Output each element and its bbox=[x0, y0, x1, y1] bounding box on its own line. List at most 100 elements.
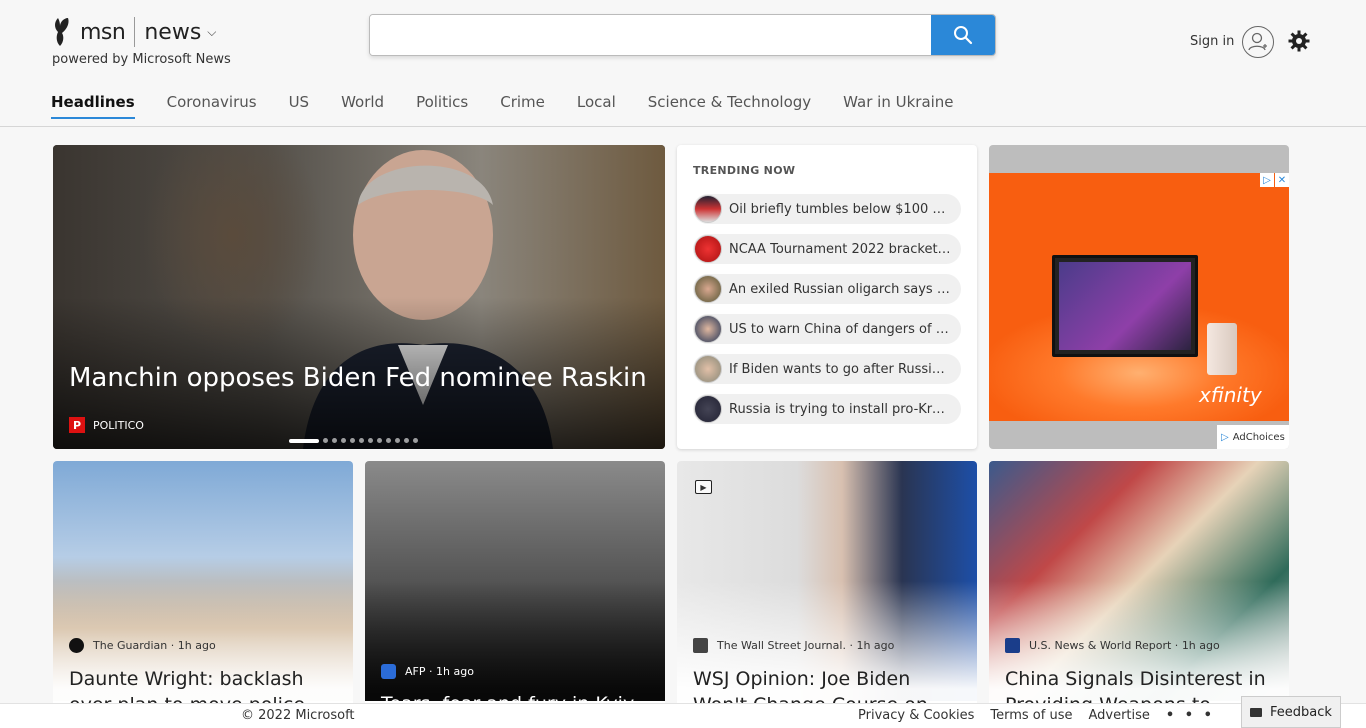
hero-story[interactable]: Manchin opposes Biden Fed nominee Raskin… bbox=[53, 145, 665, 449]
trending-item[interactable]: If Biden wants to go after Russian oliga… bbox=[693, 354, 961, 384]
privacy-link[interactable]: Privacy & Cookies bbox=[858, 708, 974, 723]
search-input[interactable] bbox=[370, 15, 931, 55]
advertisement[interactable]: xfinity ▷ ✕ ▷ AdChoices bbox=[989, 145, 1289, 449]
card-source: The Guardian · 1h ago bbox=[69, 638, 216, 653]
carousel-dot[interactable] bbox=[377, 438, 382, 443]
adchoices-label: AdChoices bbox=[1232, 431, 1285, 443]
feedback-button[interactable]: Feedback bbox=[1241, 696, 1341, 728]
news-card[interactable]: ▶ The Wall Street Journal. · 1h ago WSJ … bbox=[677, 461, 977, 728]
card-time: 1h ago bbox=[856, 639, 895, 652]
ad-info-icon[interactable]: ▷ bbox=[1260, 173, 1274, 187]
card-time: 1h ago bbox=[177, 639, 216, 652]
tab-politics[interactable]: Politics bbox=[416, 93, 468, 119]
copyright: © 2022 Microsoft bbox=[241, 708, 355, 723]
carousel-dot[interactable] bbox=[332, 438, 337, 443]
card-source-name: U.S. News & World Report bbox=[1029, 639, 1172, 652]
afp-logo-icon bbox=[381, 664, 396, 679]
header: msn news ⌵ powered by Microsoft News Sig… bbox=[0, 0, 1366, 127]
tab-coronavirus[interactable]: Coronavirus bbox=[167, 93, 257, 119]
card-source: U.S. News & World Report · 1h ago bbox=[1005, 638, 1220, 653]
trending-item[interactable]: US to warn China of dangers of Russia bbox=[693, 314, 961, 344]
trending-list: Oil briefly tumbles below $100 a barrel … bbox=[693, 194, 961, 434]
avatar[interactable] bbox=[1242, 26, 1274, 58]
trending-item-text: Russia is trying to install pro-Kremlin bbox=[729, 401, 951, 417]
search-button[interactable] bbox=[931, 15, 995, 55]
tab-world[interactable]: World bbox=[341, 93, 384, 119]
hero-gradient bbox=[53, 145, 665, 449]
tab-science-technology[interactable]: Science & Technology bbox=[648, 93, 811, 119]
trending-item[interactable]: Russia is trying to install pro-Kremlin bbox=[693, 394, 961, 424]
tab-local[interactable]: Local bbox=[577, 93, 616, 119]
carousel-dot[interactable] bbox=[404, 438, 409, 443]
more-menu-icon[interactable]: • • • bbox=[1166, 708, 1215, 723]
tab-headlines[interactable]: Headlines bbox=[51, 93, 135, 119]
trending-thumbnail bbox=[694, 315, 722, 343]
msn-butterfly-icon bbox=[55, 18, 69, 46]
trending-thumbnail bbox=[694, 395, 722, 423]
card-fade bbox=[365, 581, 665, 701]
trending-thumbnail bbox=[694, 195, 722, 223]
feedback-label: Feedback bbox=[1270, 704, 1332, 720]
trending-item-text: NCAA Tournament 2022 bracket: Bracketolo… bbox=[729, 241, 951, 257]
powered-by-text: powered by Microsoft News bbox=[52, 52, 231, 67]
chevron-down-icon[interactable]: ⌵ bbox=[207, 25, 216, 40]
card-source: The Wall Street Journal. · 1h ago bbox=[693, 638, 894, 653]
carousel-dot[interactable] bbox=[386, 438, 391, 443]
trending-heading: TRENDING NOW bbox=[693, 164, 796, 177]
trending-item-text: Oil briefly tumbles below $100 a barrel bbox=[729, 201, 951, 217]
logo-news-text: news bbox=[144, 19, 202, 45]
carousel-dot[interactable] bbox=[289, 438, 319, 443]
logo-msn-text: msn bbox=[80, 19, 126, 45]
tab-crime[interactable]: Crime bbox=[500, 93, 545, 119]
ad-image: xfinity bbox=[989, 173, 1289, 421]
user-add-icon bbox=[1248, 32, 1267, 51]
hero-headline[interactable]: Manchin opposes Biden Fed nominee Raskin bbox=[69, 363, 647, 393]
footer-links: Privacy & Cookies Terms of use Advertise… bbox=[858, 708, 1231, 723]
gear-icon[interactable] bbox=[1288, 30, 1310, 52]
trending-item[interactable]: Oil briefly tumbles below $100 a barrel bbox=[693, 194, 961, 224]
carousel-dot[interactable] bbox=[341, 438, 346, 443]
search-box bbox=[369, 14, 996, 56]
card-source: AFP · 1h ago bbox=[381, 664, 474, 679]
msn-logo[interactable]: msn news ⌵ bbox=[52, 16, 216, 48]
terms-link[interactable]: Terms of use bbox=[990, 708, 1072, 723]
xfinity-logo: xfinity bbox=[1199, 383, 1262, 407]
tab-us[interactable]: US bbox=[289, 93, 310, 119]
usnews-logo-icon bbox=[1005, 638, 1020, 653]
card-source-name: AFP bbox=[405, 665, 426, 678]
advertise-link[interactable]: Advertise bbox=[1088, 708, 1149, 723]
ad-controls: ▷ ✕ bbox=[1259, 173, 1289, 187]
carousel-dot[interactable] bbox=[368, 438, 373, 443]
card-source-name: The Guardian bbox=[93, 639, 168, 652]
trending-thumbnail bbox=[694, 275, 722, 303]
carousel-dots bbox=[289, 438, 422, 443]
trending-item-text: US to warn China of dangers of Russia bbox=[729, 321, 951, 337]
tab-war-in-ukraine[interactable]: War in Ukraine bbox=[843, 93, 953, 119]
news-card[interactable]: U.S. News & World Report · 1h ago China … bbox=[989, 461, 1289, 728]
video-play-icon: ▶ bbox=[695, 480, 712, 494]
trending-thumbnail bbox=[694, 235, 722, 263]
adchoices-link[interactable]: ▷ AdChoices bbox=[1217, 425, 1289, 449]
card-source-name: The Wall Street Journal. bbox=[717, 639, 846, 652]
carousel-dot[interactable] bbox=[395, 438, 400, 443]
sign-in-link[interactable]: Sign in bbox=[1190, 34, 1234, 49]
carousel-dot[interactable] bbox=[323, 438, 328, 443]
hero-source-name: POLITICO bbox=[93, 418, 144, 432]
category-nav: Headlines Coronavirus US World Politics … bbox=[51, 93, 986, 119]
close-icon[interactable]: ✕ bbox=[1275, 173, 1289, 187]
trending-item[interactable]: NCAA Tournament 2022 bracket: Bracketolo… bbox=[693, 234, 961, 264]
footer: © 2022 Microsoft Privacy & Cookies Terms… bbox=[0, 703, 1366, 728]
trending-item-text: If Biden wants to go after Russian oliga… bbox=[729, 361, 951, 377]
trending-item-text: An exiled Russian oligarch says blame bbox=[729, 281, 951, 297]
carousel-dot[interactable] bbox=[359, 438, 364, 443]
trending-item[interactable]: An exiled Russian oligarch says blame bbox=[693, 274, 961, 304]
carousel-dot[interactable] bbox=[350, 438, 355, 443]
hero-source: P POLITICO bbox=[69, 417, 144, 433]
trending-panel: TRENDING NOW Oil briefly tumbles below $… bbox=[677, 145, 977, 449]
card-time: 1h ago bbox=[436, 665, 474, 678]
news-card[interactable]: AFP · 1h ago Tears, fear and fury in Kyi… bbox=[365, 461, 665, 728]
card-time: 1h ago bbox=[1181, 639, 1220, 652]
carousel-dot[interactable] bbox=[413, 438, 418, 443]
wsj-logo-icon bbox=[693, 638, 708, 653]
news-card[interactable]: The Guardian · 1h ago Daunte Wright: bac… bbox=[53, 461, 353, 728]
